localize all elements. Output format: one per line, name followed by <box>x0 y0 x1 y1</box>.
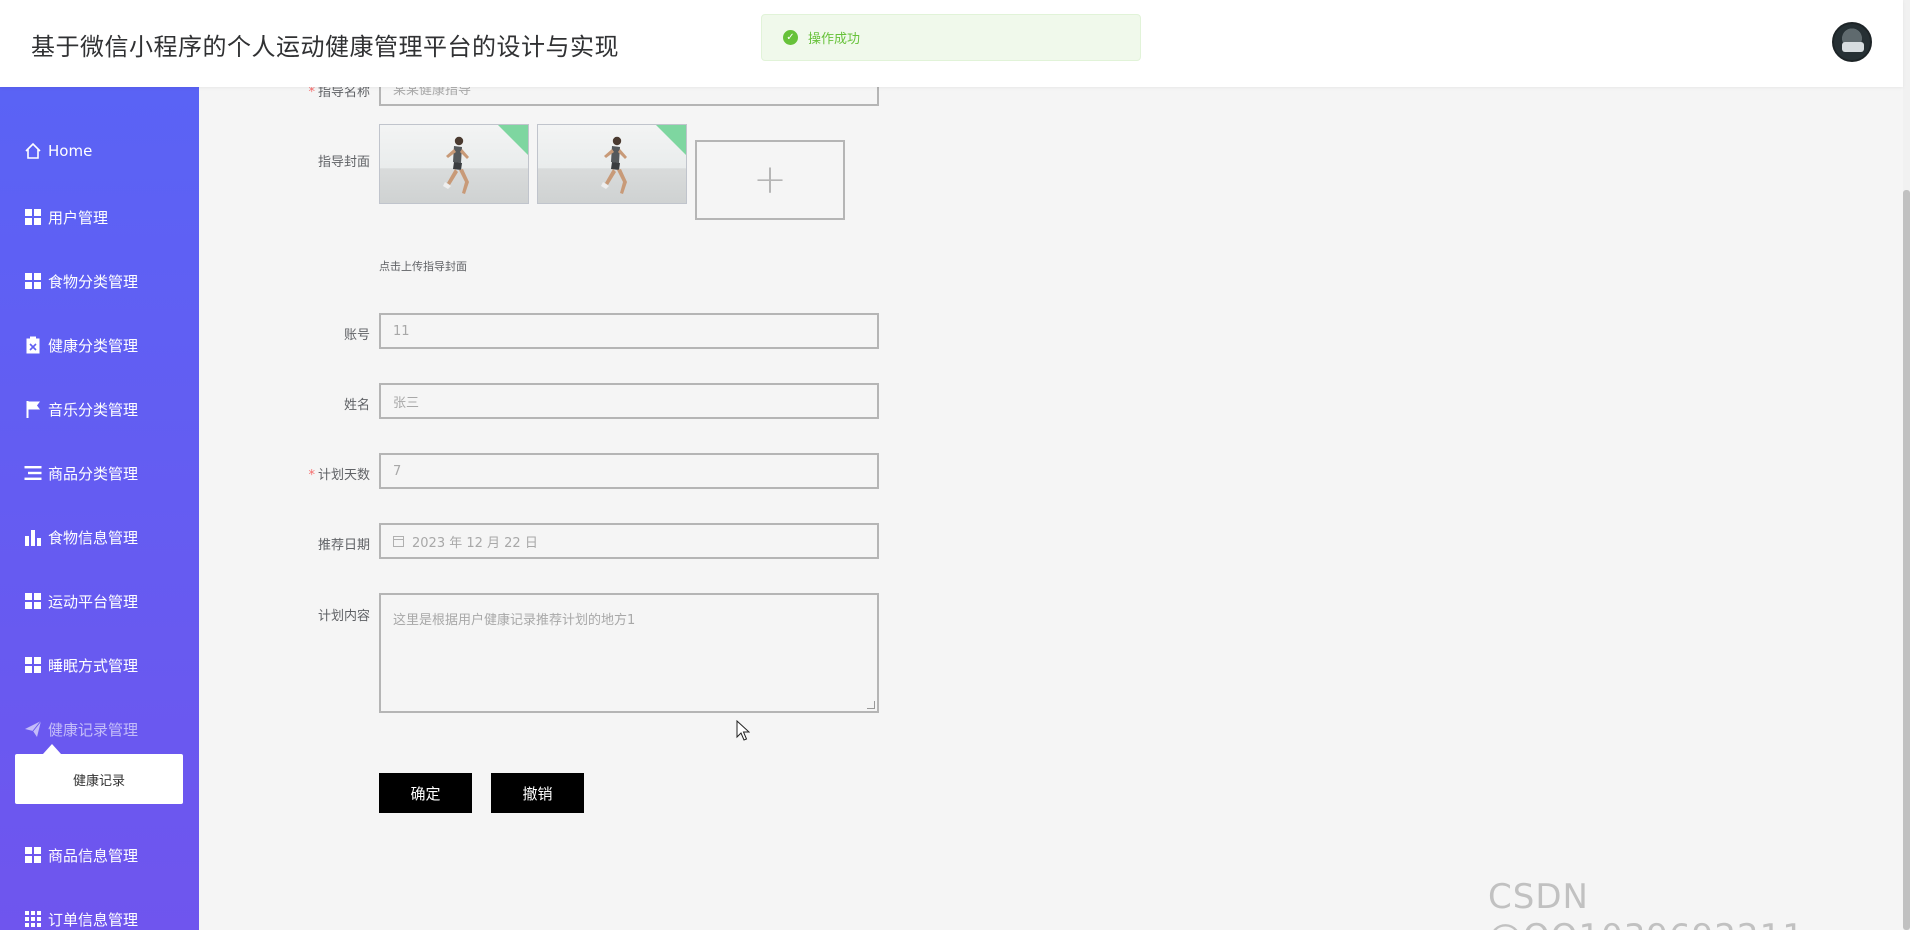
grid-icon <box>24 272 42 290</box>
success-check-icon: ✓ <box>783 30 798 45</box>
cover-label: 指导封面 <box>317 155 370 170</box>
list-icon <box>24 464 42 482</box>
paper-plane-icon <box>24 720 42 738</box>
success-toast: ✓ 操作成功 <box>761 14 1141 61</box>
grid9-icon <box>24 910 42 928</box>
plan-days-label: * 计划天数 <box>308 468 370 483</box>
clipboard-x-icon <box>24 336 42 354</box>
scrollbar-thumb[interactable] <box>1903 190 1910 930</box>
home-icon <box>24 142 42 160</box>
bar-chart-icon <box>24 528 42 546</box>
recommend-date-picker[interactable]: 2023 年 12 月 22 日 <box>379 523 879 559</box>
cancel-button[interactable]: 撤销 <box>491 773 584 813</box>
sidebar-item-label: 音乐分类管理 <box>48 400 139 419</box>
runner-figure <box>601 136 627 194</box>
sidebar-item-label: 订单信息管理 <box>48 910 139 929</box>
grid-icon <box>24 846 42 864</box>
sidebar-item-health-records[interactable]: 健康记录管理 <box>0 709 199 749</box>
sidebar-item-food-info[interactable]: 食物信息管理 <box>0 517 199 557</box>
submenu-item-health-record[interactable]: 健康记录 <box>15 754 183 804</box>
grid-icon <box>24 656 42 674</box>
sidebar-item-sleep-mode[interactable]: 睡眠方式管理 <box>0 645 199 685</box>
cover-image-1[interactable] <box>379 124 529 204</box>
account-label: 账号 <box>343 328 370 343</box>
sidebar-item-order-info[interactable]: 订单信息管理 <box>0 899 199 930</box>
sidebar-item-goods-category[interactable]: 商品分类管理 <box>0 453 199 493</box>
cover-upload-hint: 点击上传指导封面 <box>379 260 467 273</box>
plus-icon: + <box>753 157 787 203</box>
sidebar-item-label: 睡眠方式管理 <box>48 656 139 675</box>
confirm-button[interactable]: 确定 <box>379 773 472 813</box>
recommend-date-label: 推荐日期 <box>317 538 370 553</box>
sidebar-item-food-category[interactable]: 食物分类管理 <box>0 261 199 301</box>
sidebar-item-label: Home <box>48 142 93 160</box>
cover-selected-corner <box>656 125 686 155</box>
flag-icon <box>24 400 42 418</box>
sidebar-item-label: 商品分类管理 <box>48 464 139 483</box>
plan-days-input[interactable]: 7 <box>379 453 879 489</box>
plan-content-textarea[interactable]: 这里是根据用户健康记录推荐计划的地方1 <box>379 593 879 713</box>
name-label: 姓名 <box>343 398 370 413</box>
page-scrollbar[interactable] <box>1903 0 1910 930</box>
watermark: CSDN @QQ1039692211 <box>1488 877 1804 930</box>
user-avatar[interactable] <box>1832 22 1872 62</box>
toast-message: 操作成功 <box>808 32 861 47</box>
account-input[interactable]: 11 <box>379 313 879 349</box>
app-title: 基于微信小程序的个人运动健康管理平台的设计与实现 <box>31 33 619 61</box>
sidebar-item-label: 食物信息管理 <box>48 528 139 547</box>
grid-icon <box>24 208 42 226</box>
sidebar-item-music-category[interactable]: 音乐分类管理 <box>0 389 199 429</box>
sidebar-item-label: 商品信息管理 <box>48 846 139 865</box>
sidebar-item-users[interactable]: 用户管理 <box>0 197 199 237</box>
resize-grip-icon[interactable] <box>867 701 875 709</box>
sidebar-item-sports-platform[interactable]: 运动平台管理 <box>0 581 199 621</box>
sidebar-item-goods-info[interactable]: 商品信息管理 <box>0 835 199 875</box>
runner-figure <box>443 136 469 194</box>
sidebar-item-label: 用户管理 <box>48 208 109 227</box>
cover-image-2[interactable] <box>537 124 687 204</box>
calendar-icon <box>393 535 404 547</box>
sidebar-item-label: 运动平台管理 <box>48 592 139 611</box>
cover-upload-button[interactable]: + <box>695 140 845 220</box>
name-input[interactable]: 张三 <box>379 383 879 419</box>
plan-content-label: 计划内容 <box>317 609 370 624</box>
sidebar-item-label: 食物分类管理 <box>48 272 139 291</box>
cover-selected-corner <box>498 125 528 155</box>
sidebar-item-health-category[interactable]: 健康分类管理 <box>0 325 199 365</box>
submenu-popover: 健康记录 <box>15 744 183 804</box>
sidebar: Home 用户管理 食物分类管理 健康分类管理 音乐分类管理 商品分类管理 食物… <box>0 87 199 930</box>
mouse-cursor-icon <box>736 720 750 741</box>
sidebar-item-home[interactable]: Home <box>0 131 199 171</box>
sidebar-item-label: 健康记录管理 <box>48 720 139 739</box>
sidebar-item-label: 健康分类管理 <box>48 336 139 355</box>
grid-icon <box>24 592 42 610</box>
